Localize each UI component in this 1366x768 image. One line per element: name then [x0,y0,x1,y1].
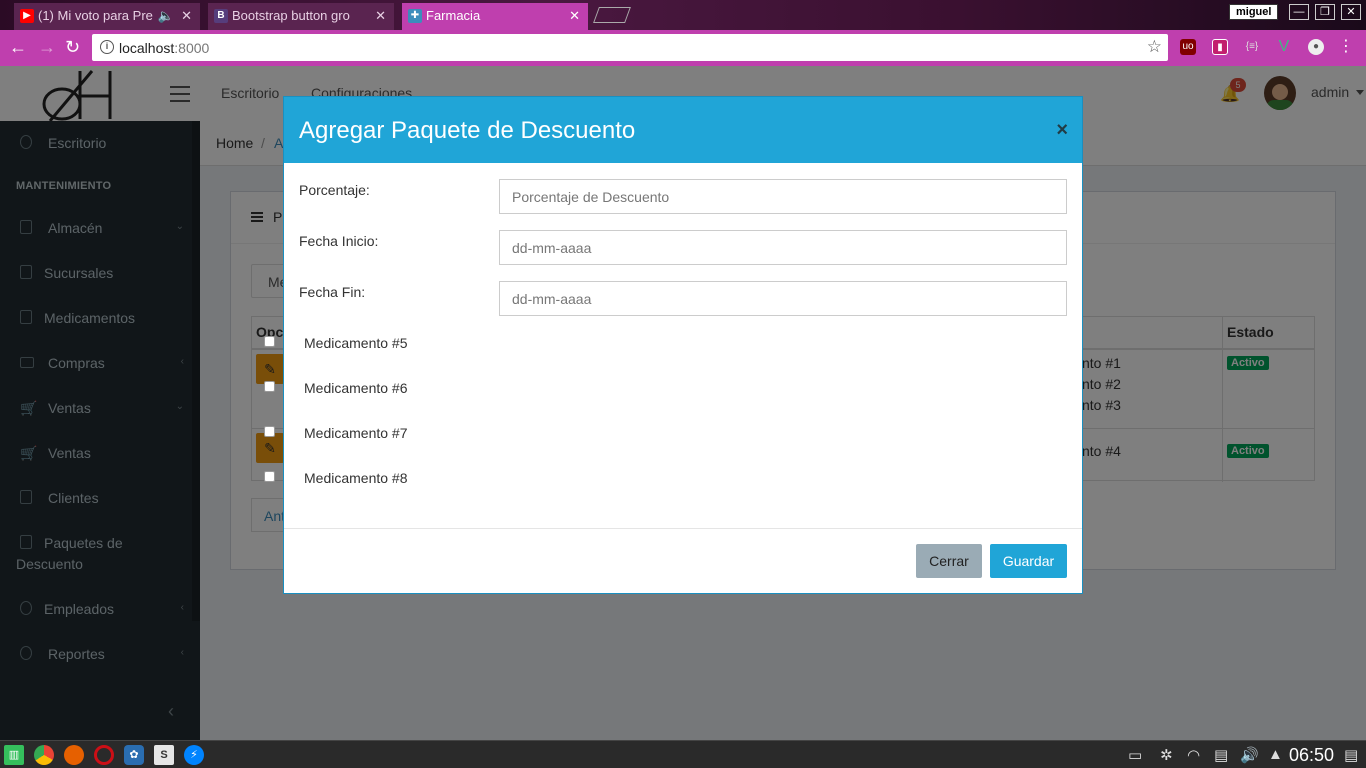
fecha-fin-label: Fecha Fin: [299,284,366,300]
opera-icon[interactable] [94,745,114,765]
porcentaje-input[interactable] [499,179,1067,214]
checkbox[interactable] [264,426,275,437]
maximize-icon[interactable]: ❐ [1315,4,1335,20]
checkbox[interactable] [264,471,275,482]
medicamento-option[interactable]: Medicamento #7 [304,425,408,441]
extension-icon[interactable]: ▮ [1212,39,1228,55]
tab-title: Farmacia [426,8,481,23]
modal-footer-divider [284,528,1082,529]
manjaro-menu-icon[interactable]: ▥ [4,745,24,765]
medicamento-option[interactable]: Medicamento #6 [304,380,408,396]
page: Escritorio Configuraciones 🔔 5 admin Esc… [0,66,1366,740]
json-extension-icon[interactable]: {≡} [1244,39,1260,55]
settings-icon[interactable]: ✲ [1160,746,1173,764]
fecha-fin-input[interactable] [499,281,1067,316]
minimize-icon[interactable]: — [1289,4,1309,20]
discount-package-modal: Agregar Paquete de Descuento × Porcentaj… [283,96,1083,594]
fecha-inicio-label: Fecha Inicio: [299,233,379,249]
fecha-inicio-input[interactable] [499,230,1067,265]
cerrar-button[interactable]: Cerrar [916,544,982,578]
bootstrap-icon: B [214,9,228,23]
url-field[interactable]: i localhost:8000 ☆ [92,34,1168,61]
vue-devtools-icon[interactable]: V [1276,39,1292,55]
medicamento-option[interactable]: Medicamento #8 [304,470,408,486]
tray-arrow-icon[interactable]: ▲ [1268,746,1283,763]
checkbox[interactable] [264,381,275,392]
youtube-icon: ▶ [20,9,34,23]
speaker-icon[interactable]: 🔈 [158,8,174,24]
tab-farmacia[interactable]: ✚ Farmacia ✕ [402,3,588,30]
profile-name[interactable]: miguel [1229,4,1279,20]
medicamento-option[interactable]: Medicamento #5 [304,335,408,351]
os-taskbar: ▥ ✿ S ⚡ ▭ ✲ ◠ ▤ 🔊 ▲ 06:50 ▤ [0,740,1366,768]
tab-title: (1) Mi voto para Pre [38,8,153,23]
info-icon[interactable]: i [100,40,114,54]
ublock-icon[interactable]: uo [1180,39,1196,55]
app-icon[interactable]: ✿ [124,745,144,765]
tab-title: Bootstrap button gro [232,8,350,23]
back-icon[interactable]: ← [9,38,27,56]
extension-circle-icon[interactable]: ● [1308,39,1324,55]
close-window-icon[interactable]: ✕ [1341,4,1361,20]
clipboard-tray-icon[interactable]: ▤ [1214,746,1228,764]
terminal-icon[interactable]: ▭ [1128,746,1142,764]
tab-bootstrap[interactable]: B Bootstrap button gro ✕ [208,3,394,30]
checkbox[interactable] [264,336,275,347]
porcentaje-label: Porcentaje: [299,182,370,198]
modal-header: Agregar Paquete de Descuento × [284,97,1082,163]
menu-kebab-icon[interactable]: ⋮ [1338,39,1354,55]
clock[interactable]: 06:50 [1289,745,1334,766]
close-icon[interactable]: × [1056,119,1068,142]
close-icon[interactable]: ✕ [569,8,580,24]
firefox-icon[interactable] [64,745,84,765]
chrome-icon[interactable] [34,745,54,765]
volume-icon[interactable]: 🔊 [1240,746,1259,764]
show-desktop-icon[interactable]: ▤ [1344,746,1358,764]
guardar-button[interactable]: Guardar [990,544,1067,578]
reload-icon[interactable]: ↻ [65,38,80,56]
close-icon[interactable]: ✕ [375,8,386,24]
forward-icon[interactable]: → [38,38,56,56]
modal-title: Agregar Paquete de Descuento [299,117,636,144]
close-icon[interactable]: ✕ [181,8,192,24]
farmacia-icon: ✚ [408,9,422,23]
sublime-icon[interactable]: S [154,745,174,765]
url-text: localhost:8000 [119,40,210,56]
new-tab-button[interactable] [593,7,631,23]
browser-tab-bar: ▶ (1) Mi voto para Pre 🔈 ✕ B Bootstrap b… [0,0,1366,30]
messenger-icon[interactable]: ⚡ [184,745,204,765]
bookmark-star-icon[interactable]: ☆ [1147,37,1162,57]
wifi-icon[interactable]: ◠ [1187,746,1200,764]
tab-youtube[interactable]: ▶ (1) Mi voto para Pre 🔈 ✕ [14,3,200,30]
address-toolbar: ← → ↻ i localhost:8000 ☆ uo ▮ {≡} V ● ⋮ [0,30,1366,66]
